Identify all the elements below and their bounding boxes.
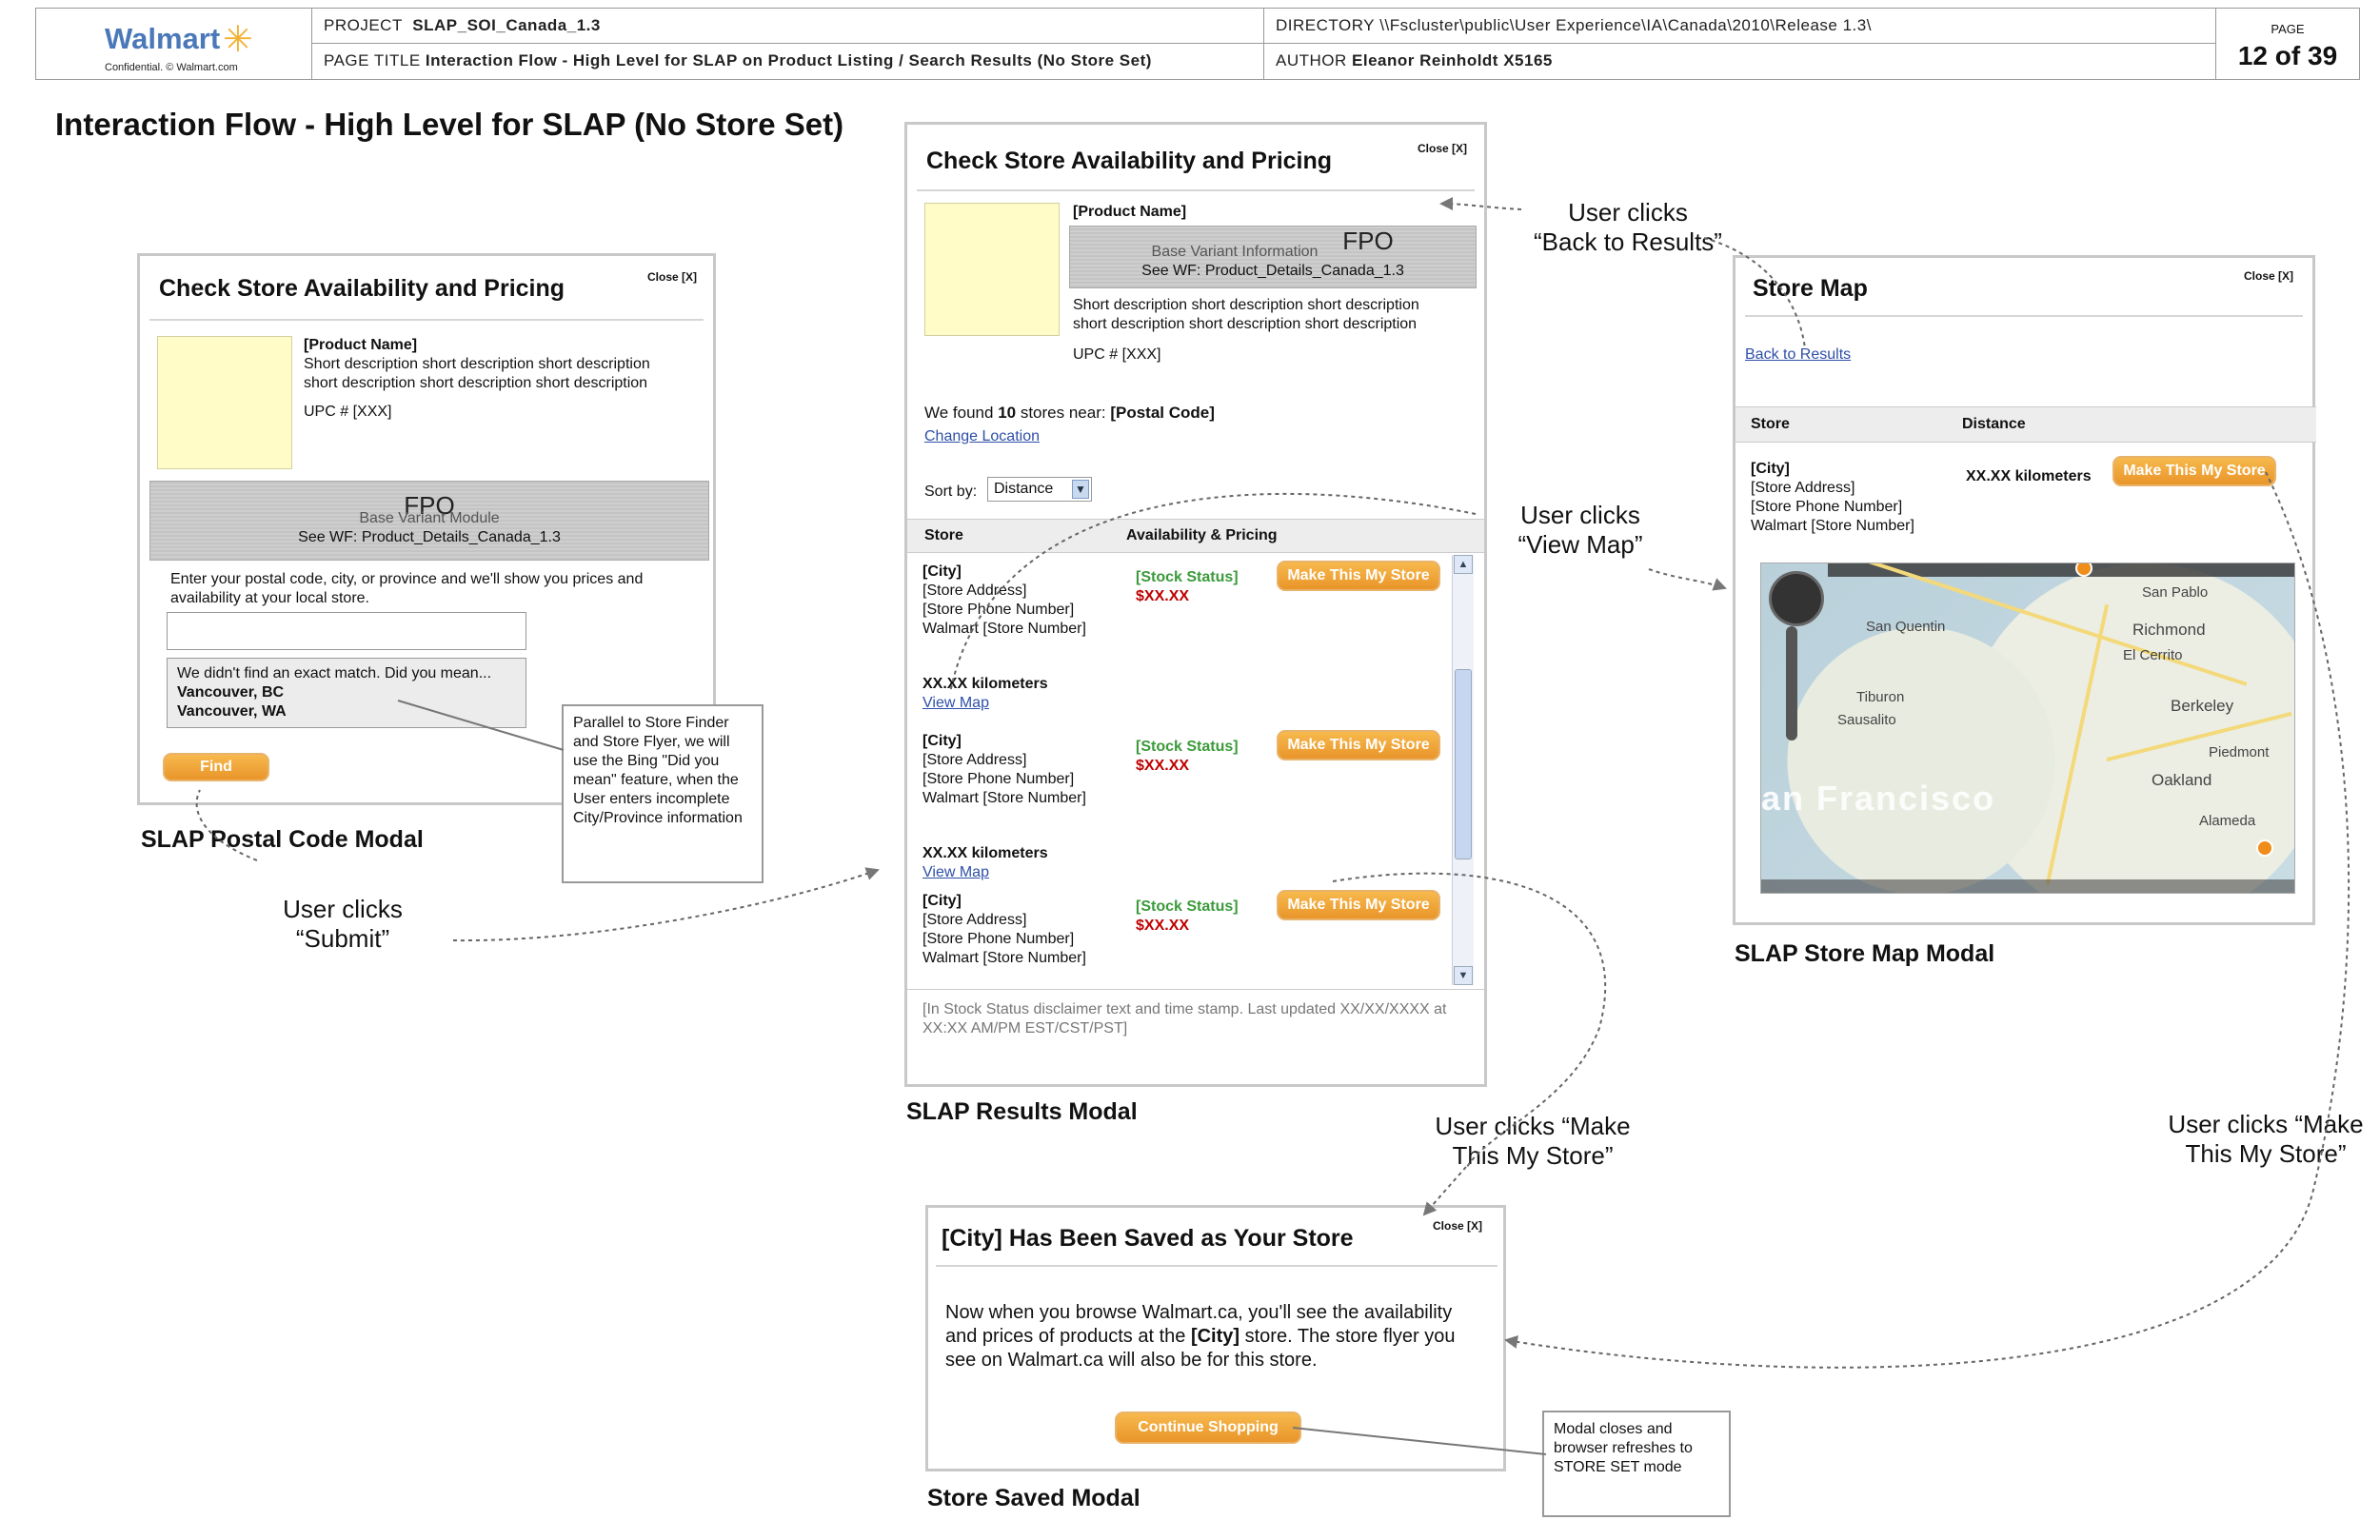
arrow-back-origin: [1703, 237, 1806, 349]
arrow-submit-to-results: [452, 867, 880, 942]
arrow-make-store-map: [1504, 471, 2350, 1369]
arrow-make-store-results: [1332, 872, 1607, 1170]
flow-arrows: [195, 197, 2350, 1455]
bing-note-connector: [397, 700, 565, 751]
arrow-view-map-origin: [949, 492, 1477, 694]
arrow-make-store-results-end: [1422, 1166, 1467, 1216]
arrow-view-map: [1648, 568, 1727, 591]
arrow-submit-origin: [195, 789, 258, 861]
refresh-note-connector: [1292, 1427, 1547, 1455]
arrow-back-to-results: [1439, 197, 1522, 211]
